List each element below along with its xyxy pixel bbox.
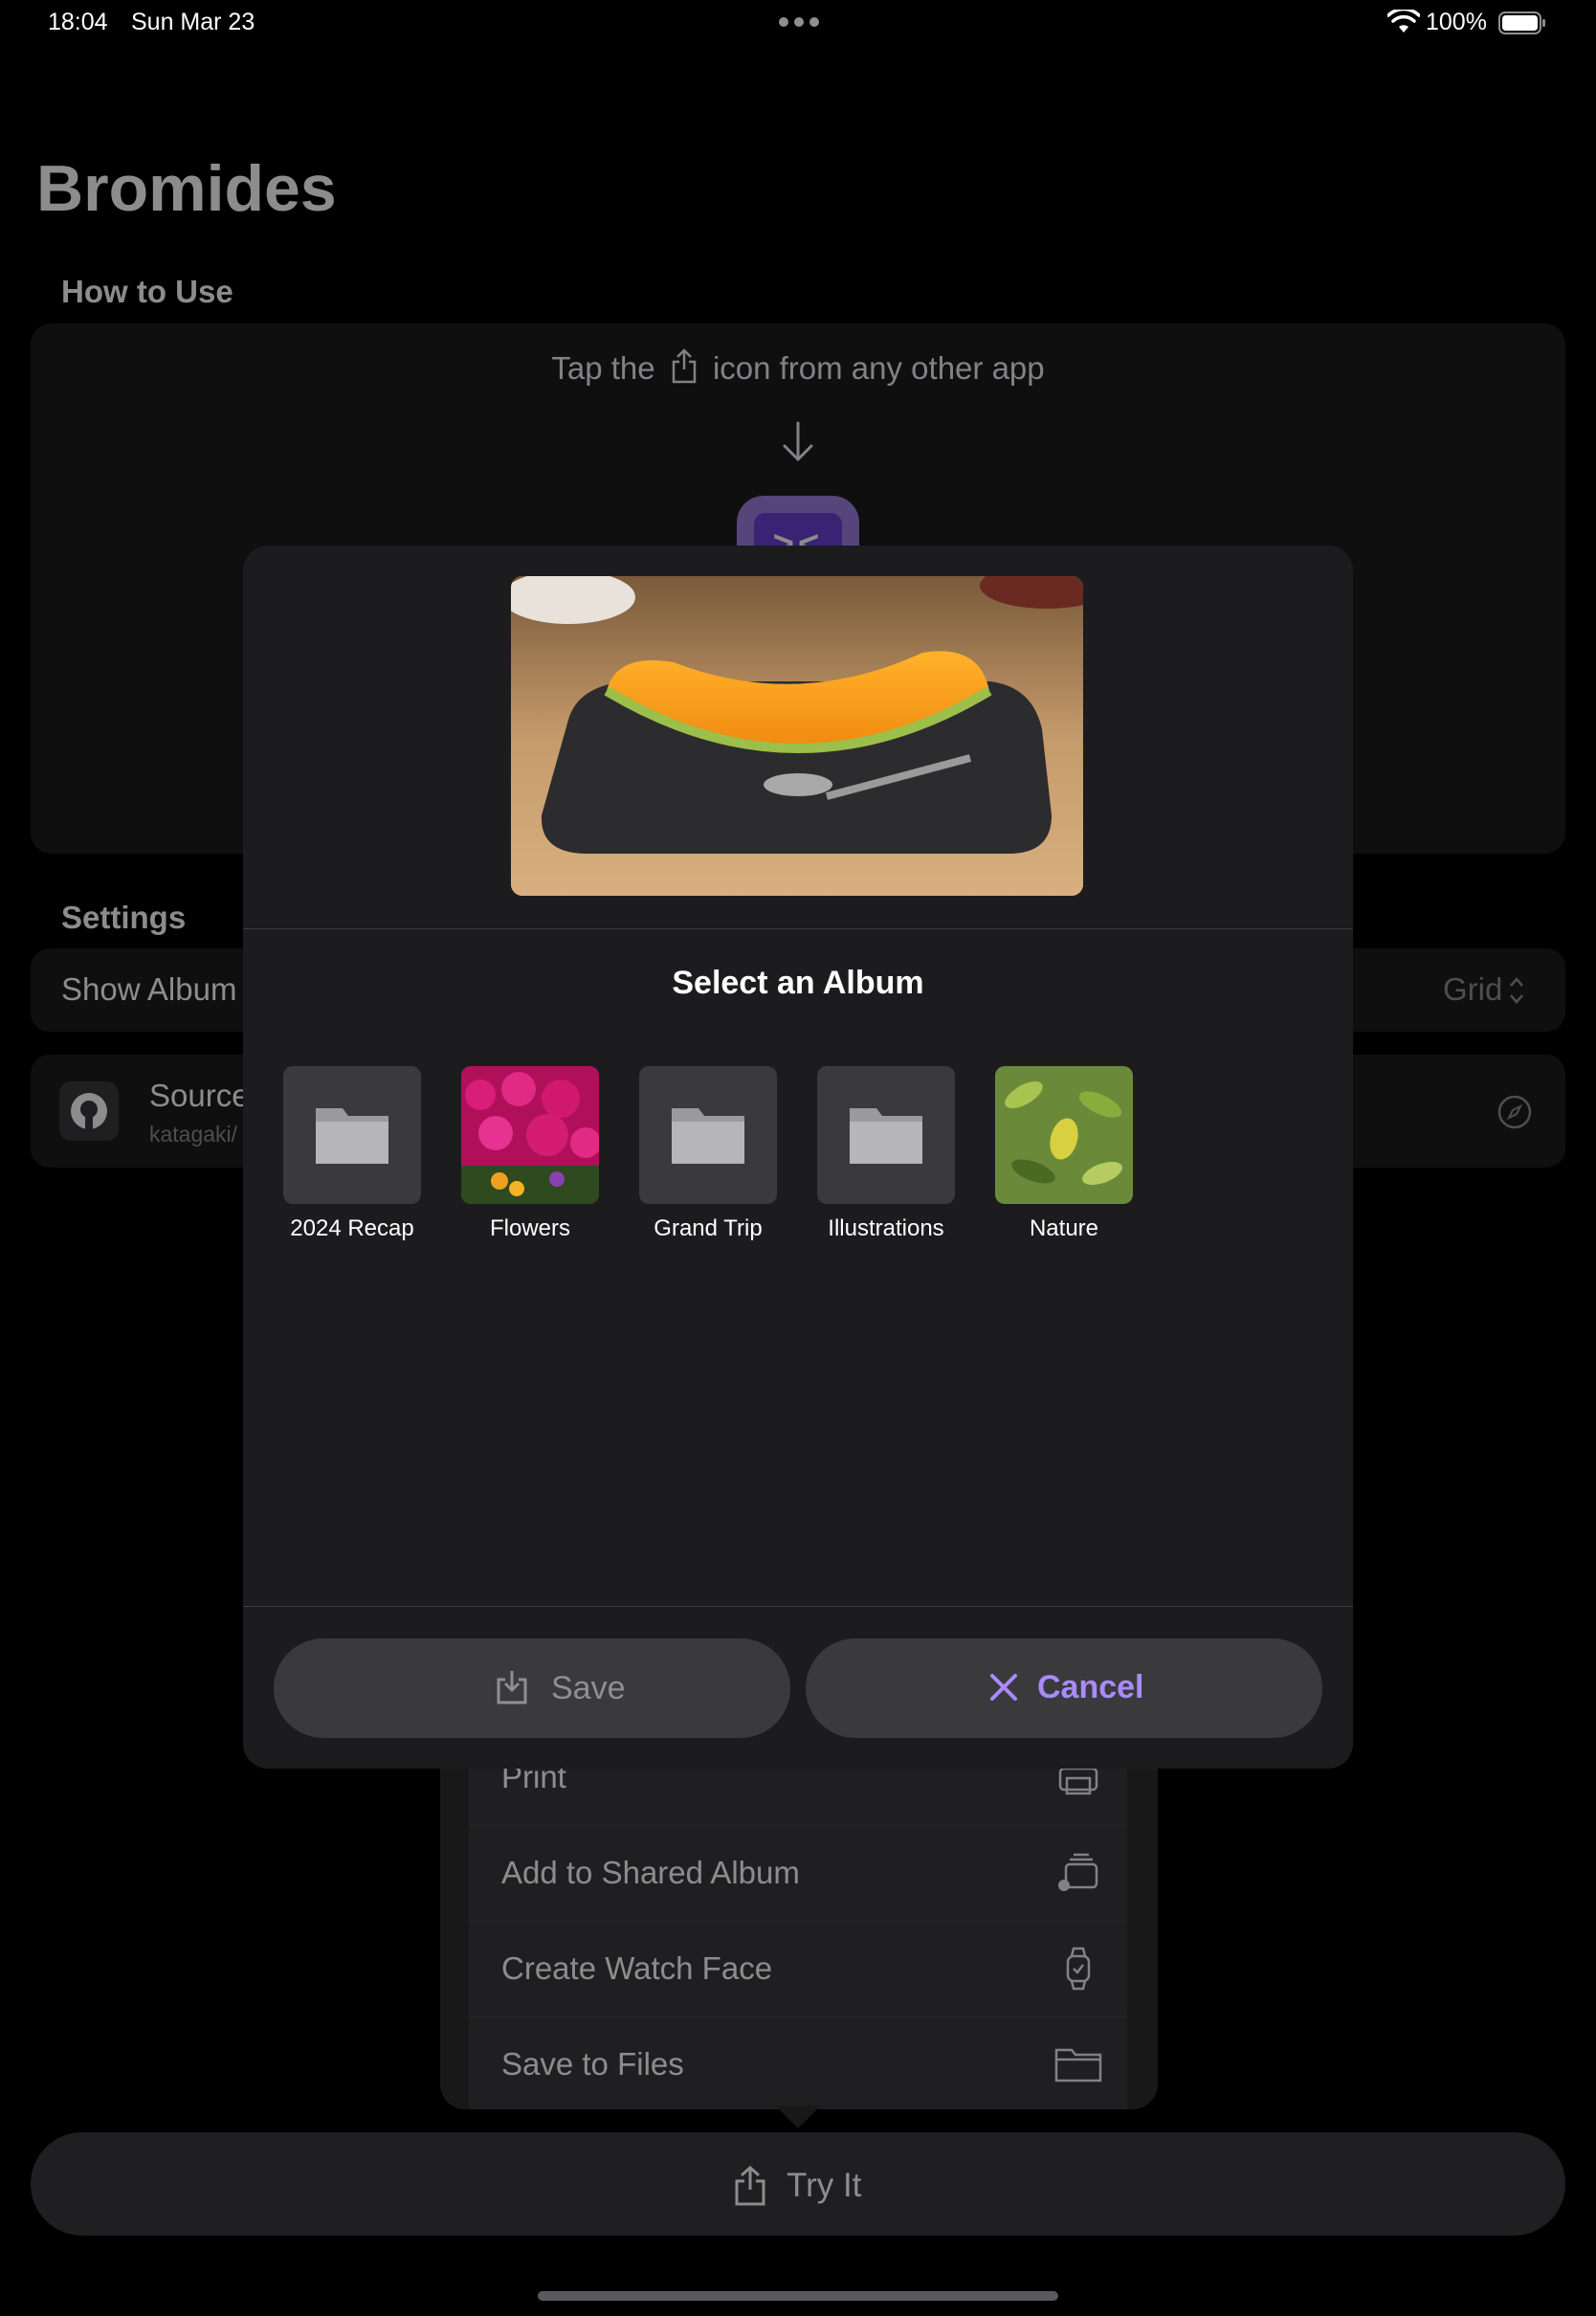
album-thumbnail [995, 1066, 1133, 1204]
album-name: 2024 Recap [290, 1215, 414, 1241]
album-name: Nature [1029, 1215, 1099, 1241]
album-thumbnail [283, 1066, 421, 1204]
cancel-label: Cancel [1037, 1669, 1144, 1705]
album-thumbnail [817, 1066, 955, 1204]
album-thumbnail [461, 1066, 599, 1204]
save-tray-icon [497, 1671, 527, 1704]
album-grid: 2024 Recap Flowers Grand Trip Illustrati… [283, 1066, 1133, 1242]
album-tile-nature[interactable]: Nature [995, 1066, 1133, 1242]
folder-icon [672, 1108, 744, 1164]
album-tile-illustrations[interactable]: Illustrations [817, 1066, 955, 1242]
album-tile-2024-recap[interactable]: 2024 Recap [283, 1066, 421, 1242]
shared-photo-preview [511, 576, 1083, 896]
divider [243, 1606, 1353, 1607]
save-button[interactable]: Save [274, 1638, 790, 1738]
folder-icon [316, 1108, 388, 1164]
cancel-button[interactable]: Cancel [806, 1638, 1322, 1738]
album-name: Flowers [489, 1215, 570, 1241]
save-label: Save [551, 1670, 626, 1706]
home-indicator [538, 2291, 1058, 2301]
close-icon [990, 1674, 1017, 1701]
album-tile-flowers[interactable]: Flowers [461, 1066, 599, 1242]
divider [243, 928, 1353, 929]
album-picker-sheet: Select an Album 2024 Recap Flowers Grand… [243, 546, 1353, 1769]
nature-photo [995, 1066, 1133, 1204]
album-thumbnail [639, 1066, 777, 1204]
album-tile-grand-trip[interactable]: Grand Trip [639, 1066, 777, 1242]
album-name: Grand Trip [654, 1215, 763, 1241]
album-name: Illustrations [828, 1215, 944, 1241]
sheet-title: Select an Album [672, 965, 924, 1001]
flowers-photo [461, 1066, 599, 1204]
folder-icon [850, 1108, 922, 1164]
